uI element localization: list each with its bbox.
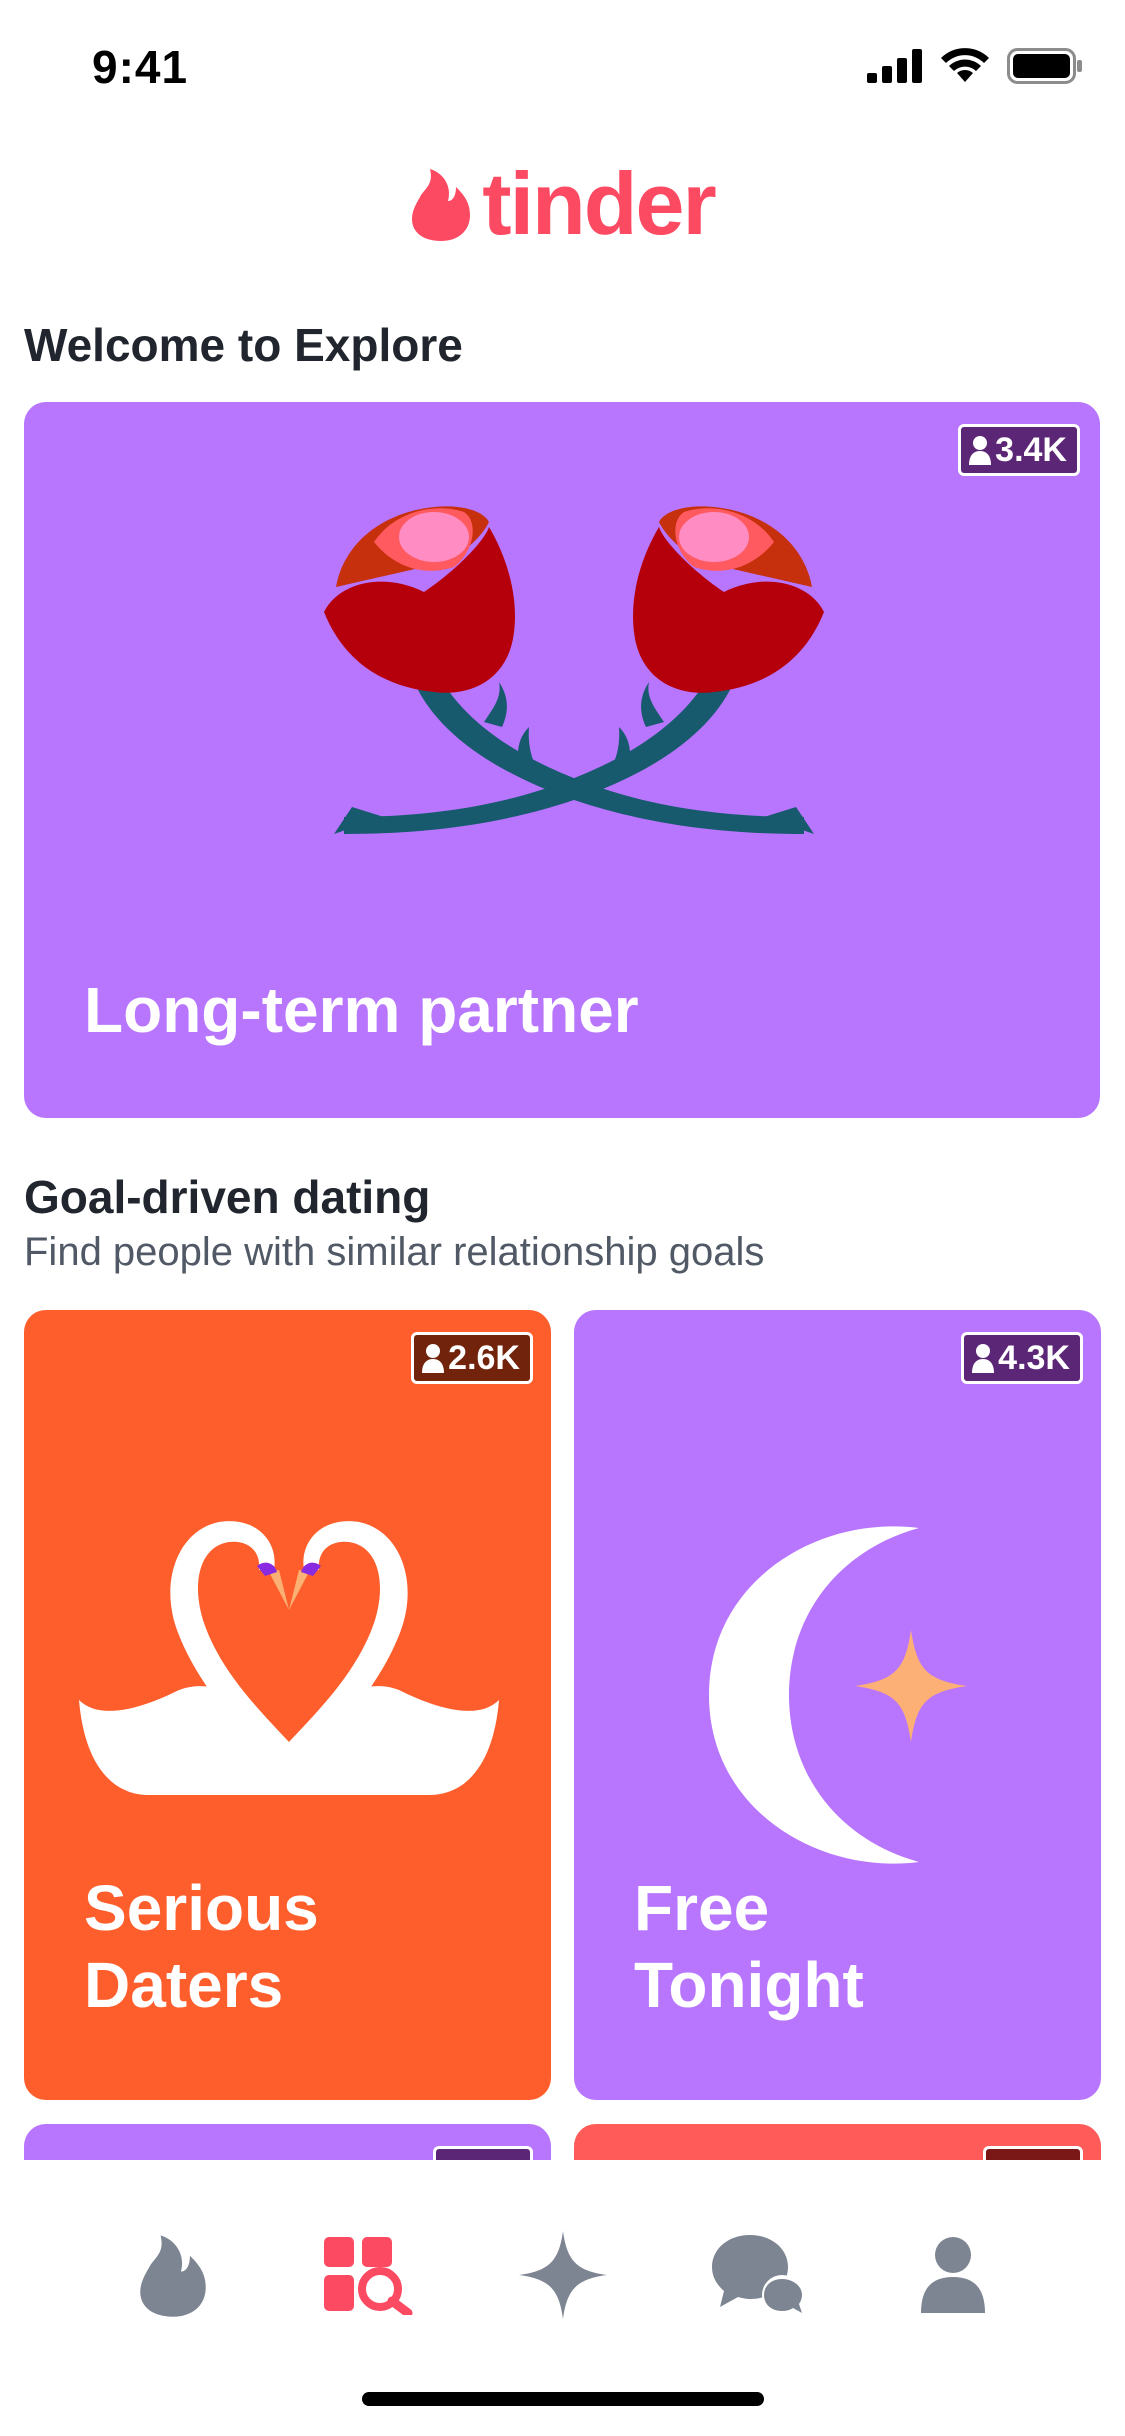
battery-icon <box>1007 48 1082 84</box>
member-count-badge: 2.6K <box>411 1332 533 1384</box>
person-icon <box>972 1344 995 1373</box>
logo-text: tinder <box>482 154 716 253</box>
member-count: 3.4K <box>995 430 1067 469</box>
roses-icon <box>324 506 824 834</box>
nav-profile[interactable] <box>898 2220 1008 2330</box>
nav-top-picks[interactable] <box>508 2220 618 2330</box>
card-free-tonight[interactable]: 4.3K Free Tonight <box>574 1310 1101 2100</box>
member-count: 2.6K <box>448 1338 520 1377</box>
member-count: 4.3K <box>998 1338 1070 1377</box>
member-count-badge: 4.3K <box>961 1332 1083 1384</box>
card-title: Serious Daters <box>84 1870 319 2024</box>
profile-icon <box>921 2237 985 2313</box>
status-bar: 9:41 <box>0 0 1125 140</box>
home-indicator[interactable] <box>362 2392 764 2406</box>
wifi-icon <box>941 48 989 82</box>
card-long-term-partner[interactable]: 3.4K Long-term partner <box>24 402 1100 1118</box>
card-title: Free Tonight <box>634 1870 864 2024</box>
cellular-signal-icon <box>867 49 922 83</box>
explore-icon <box>324 2237 413 2315</box>
nav-messages[interactable] <box>703 2220 813 2330</box>
sparkle-icon <box>519 2231 607 2319</box>
card-title-line2: Daters <box>84 1948 284 2021</box>
chat-icon <box>712 2235 802 2315</box>
card-title-line2: Tonight <box>634 1948 864 2021</box>
nav-explore[interactable] <box>313 2220 423 2330</box>
person-icon <box>969 436 992 465</box>
status-icons <box>867 48 1083 84</box>
card-title-line1: Serious <box>84 1872 319 1944</box>
card-title: Long-term partner <box>84 974 639 1046</box>
status-time: 9:41 <box>92 41 189 93</box>
swans-icon <box>79 1521 499 1795</box>
welcome-title: Welcome to Explore <box>24 319 463 371</box>
card-serious-daters[interactable]: 2.6K Serious Daters <box>24 1310 551 2100</box>
moon-star-icon <box>709 1526 967 1864</box>
goal-section-subtitle: Find people with similar relationship go… <box>24 1230 765 1274</box>
person-icon <box>422 1344 445 1373</box>
card-title-line1: Free <box>634 1872 770 1944</box>
flame-icon <box>140 2235 206 2317</box>
flame-logo-icon <box>412 169 471 241</box>
nav-home[interactable] <box>118 2220 228 2330</box>
goal-section-title: Goal-driven dating <box>24 1171 431 1223</box>
member-count-badge: 3.4K <box>958 424 1080 476</box>
tinder-logo: tinder <box>0 160 1125 248</box>
